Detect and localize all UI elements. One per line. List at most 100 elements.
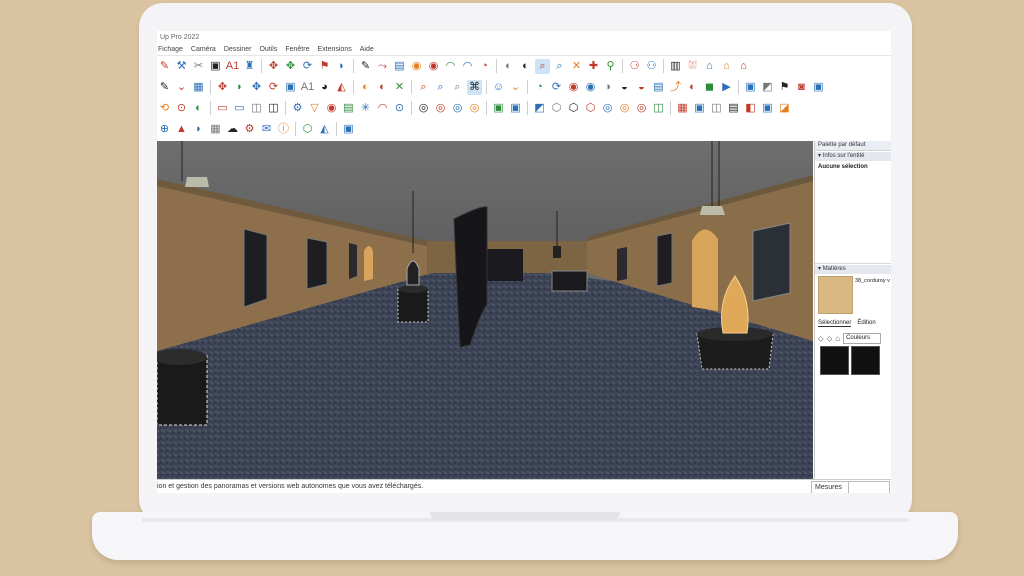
toolbar-tool-icon[interactable]: ☺ [491,80,506,95]
toolbar-tool-icon[interactable]: A1 [300,80,315,95]
toolbar-tool-icon[interactable]: ⊙ [392,101,407,116]
3d-viewport[interactable] [157,141,813,479]
toolbar-tool-icon[interactable]: ◐ [358,80,373,95]
menu-item[interactable]: Aide [360,44,374,55]
toolbar-tool-icon[interactable]: ⌕ [433,80,448,95]
toolbar-tool-icon[interactable]: ◎ [634,101,649,116]
toolbar-tool-icon[interactable]: ⟳ [266,80,281,95]
toolbar-tool-icon[interactable]: ◉ [566,80,581,95]
menu-item[interactable]: Outils [259,44,277,55]
toolbar-tool-icon[interactable]: ⬡ [549,101,564,116]
toolbar-tool-icon[interactable]: ◙ [794,80,809,95]
color-chip[interactable] [820,346,849,375]
toolbar-tool-icon[interactable]: ◐ [685,80,700,95]
toolbar-tool-icon[interactable]: ⌘ [467,79,482,95]
materials-header[interactable]: ▾ Matières [815,265,891,274]
toolbar-tool-icon[interactable]: ◠ [443,59,458,74]
menu-item[interactable]: Dessiner [224,44,252,55]
toolbar-tool-icon[interactable]: ⬡ [300,122,315,137]
toolbar-tool-icon[interactable]: ◉ [583,80,598,95]
toolbar-tool-icon[interactable]: ⌂ [736,59,751,74]
toolbar-tool-icon[interactable]: ▤ [392,59,407,74]
toolbar-tool-icon[interactable]: ◎ [433,101,448,116]
toolbar-tool-icon[interactable]: ✥ [266,59,281,74]
toolbar-tool-icon[interactable]: ◫ [709,101,724,116]
toolbar-tool-icon[interactable]: ▦ [191,80,206,95]
back-arrow-icon[interactable]: ⬦ [818,334,824,344]
entity-info-header[interactable]: ▾ Infos sur l'entité [815,152,891,161]
toolbar-tool-icon[interactable]: ⊙ [174,101,189,116]
toolbar-tool-icon[interactable]: ⚲ [603,59,618,74]
toolbar-tool-icon[interactable]: ◐ [375,80,390,95]
toolbar-tool-icon[interactable]: ⌕ [535,58,550,74]
toolbar-tool-icon[interactable]: ♜ [242,59,257,74]
toolbar-tool-icon[interactable]: ◎ [450,101,465,116]
toolbar-tool-icon[interactable]: ◎ [416,101,431,116]
toolbar-tool-icon[interactable]: ⚑ [777,80,792,95]
toolbar-tool-icon[interactable]: ▶ [719,80,734,95]
toolbar-tool-icon[interactable]: ✎ [358,59,373,74]
toolbar-tool-icon[interactable]: ▭ [232,101,247,116]
toolbar-tool-icon[interactable]: ▣ [760,101,775,116]
menu-item[interactable]: Caméra [191,44,216,55]
toolbar-tool-icon[interactable]: ✉ [259,122,274,137]
toolbar-tool-icon[interactable]: ◠ [375,101,390,116]
toolbar-tool-icon[interactable]: ✎ [157,59,172,74]
toolbar-tool-icon[interactable]: ◫ [651,101,666,116]
toolbar-tool-icon[interactable]: ▣ [692,101,707,116]
toolbar-tool-icon[interactable]: ◗ [232,80,247,95]
toolbar-tool-icon[interactable]: ✂ [191,59,206,74]
toolbar-tool-icon[interactable]: ▣ [341,122,356,137]
toolbar-tool-icon[interactable]: ▣ [508,101,523,116]
toolbar-tool-icon[interactable]: ⚑ [317,59,332,74]
toolbar-tool-icon[interactable]: ▤ [651,80,666,95]
toolbar-tool-icon[interactable]: ▣ [283,80,298,95]
toolbar-tool-icon[interactable]: ✥ [215,80,230,95]
toolbar-tool-icon[interactable]: ◉ [409,59,424,74]
toolbar-tool-icon[interactable]: ◒ [617,80,632,95]
toolbar-tool-icon[interactable]: ⚆ [627,59,642,74]
toolbar-tool-icon[interactable]: ⚙ [242,122,257,137]
toolbar-tool-icon[interactable]: ◎ [467,101,482,116]
toolbar-tool-icon[interactable]: ▤ [341,101,356,116]
toolbar-tool-icon[interactable]: ⬡ [566,101,581,116]
toolbar-tool-icon[interactable]: ⌄ [508,80,523,95]
toolbar-tool-icon[interactable]: ◐ [518,59,533,74]
toolbar-tool-icon[interactable]: ✥ [283,59,298,74]
menu-item[interactable]: Extensions [317,44,351,55]
toolbar-tool-icon[interactable]: ◪ [777,101,792,116]
toolbar-tool-icon[interactable]: ▲ [174,122,189,137]
toolbar-tool-icon[interactable]: ⤴ [668,80,683,95]
forward-arrow-icon[interactable]: ⬦ [827,334,833,344]
toolbar-tool-icon[interactable]: ✥ [249,80,264,95]
toolbar-tool-icon[interactable]: ✚ [586,59,601,74]
toolbar-tool-icon[interactable]: ◒ [634,80,649,95]
toolbar-tool-icon[interactable]: ⟲ [157,101,172,116]
toolbar-tool-icon[interactable]: ⟳ [300,59,315,74]
material-name[interactable]: 38_corduroy v [855,278,890,284]
toolbar-tool-icon[interactable]: ☁ [225,122,240,137]
toolbar-tool-icon[interactable]: ▦ [675,101,690,116]
toolbar-tool-icon[interactable]: ◐ [191,101,206,116]
toolbar-tool-icon[interactable]: ◑ [600,80,615,95]
toolbar-tool-icon[interactable]: ◐ [501,59,516,74]
toolbar-tool-icon[interactable]: ⌄ [174,80,189,95]
toolbar-tool-icon[interactable]: ◭ [334,80,349,95]
toolbar-tool-icon[interactable]: ✕ [392,80,407,95]
toolbar-tool-icon[interactable]: ◎ [617,101,632,116]
toolbar-tool-icon[interactable]: ▣ [208,59,223,74]
toolbar-tool-icon[interactable]: ⤳ [375,59,390,74]
toolbar-tool-icon[interactable]: ▦ [208,122,223,137]
toolbar-tool-icon[interactable]: ⓘ [276,122,291,137]
toolbar-tool-icon[interactable]: ⛆ [685,59,700,74]
toolbar-tool-icon[interactable]: A1 [225,59,240,74]
toolbar-tool-icon[interactable]: ✎ [157,80,172,95]
toolbar-tool-icon[interactable]: ⌕ [450,80,465,95]
toolbar-tool-icon[interactable]: ◗ [334,59,349,74]
toolbar-tool-icon[interactable]: ⌂ [719,59,734,74]
toolbar-tool-icon[interactable]: ⚒ [174,59,189,74]
toolbar-tool-icon[interactable]: ▭ [215,101,230,116]
measures-input[interactable] [848,481,890,493]
toolbar-tool-icon[interactable]: ⌕ [416,80,431,95]
toolbar-tool-icon[interactable]: ◫ [266,101,281,116]
